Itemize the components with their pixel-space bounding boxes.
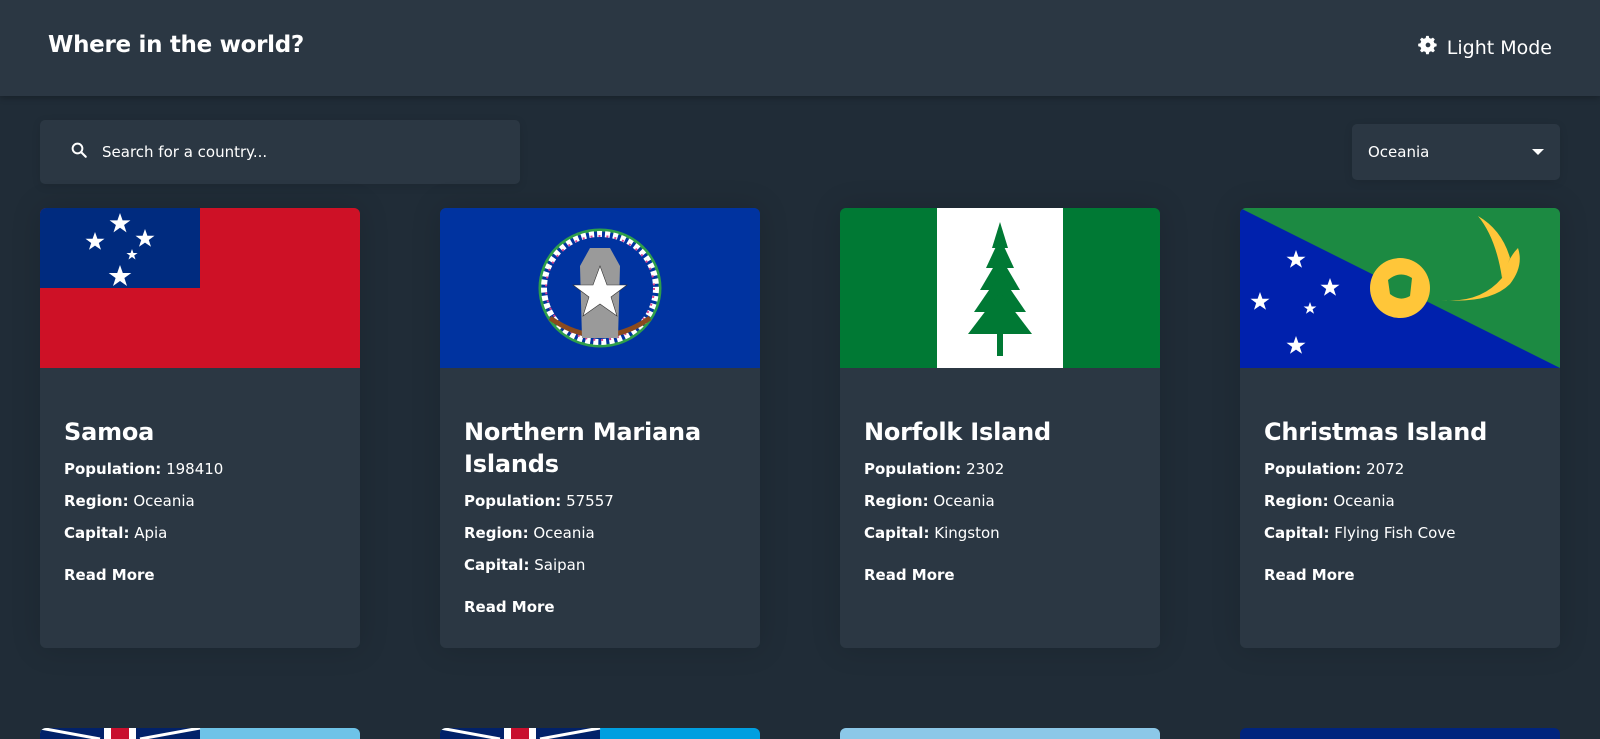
flag-image (840, 208, 1160, 368)
country-card-partial[interactable] (440, 728, 760, 739)
capital-label: Capital: (464, 556, 530, 574)
capital-row: Capital: Kingston (864, 522, 1136, 544)
capital-value: Saipan (534, 556, 586, 574)
search-box[interactable] (40, 120, 520, 184)
country-card[interactable]: Christmas Island Population: 2072 Region… (1240, 208, 1560, 648)
flag-image (440, 728, 760, 739)
population-row: Population: 198410 (64, 458, 336, 480)
search-icon (70, 141, 88, 163)
read-more-link[interactable]: Read More (64, 566, 155, 584)
region-row: Region: Oceania (1264, 490, 1536, 512)
region-value: Oceania (1333, 492, 1395, 510)
flag-image (40, 208, 360, 368)
capital-label: Capital: (64, 524, 130, 542)
region-label: Region: (64, 492, 129, 510)
app-title: Where in the world? (48, 32, 304, 58)
region-value: Oceania (133, 492, 195, 510)
country-card-partial[interactable] (840, 728, 1160, 739)
country-name: Christmas Island (1264, 418, 1488, 446)
flag-image (1240, 208, 1560, 368)
population-label: Population: (64, 460, 162, 478)
capital-value: Flying Fish Cove (1334, 524, 1456, 542)
capital-row: Capital: Flying Fish Cove (1264, 522, 1536, 544)
capital-row: Capital: Apia (64, 522, 336, 544)
region-row: Region: Oceania (864, 490, 1136, 512)
theme-toggle-label: Light Mode (1446, 36, 1552, 59)
country-name: Norfolk Island (864, 418, 1051, 446)
country-card[interactable]: Samoa Population: 198410 Region: Oceania… (40, 208, 360, 648)
region-value: Oceania (533, 524, 595, 542)
read-more-link[interactable]: Read More (1264, 566, 1355, 584)
population-value: 198410 (166, 460, 224, 478)
flag-image (40, 728, 360, 739)
top-bar: Where in the world? Light Mode (0, 0, 1600, 96)
flag-image (1240, 728, 1560, 739)
flag-image (440, 208, 760, 368)
theme-toggle-button[interactable]: Light Mode (1417, 34, 1552, 61)
country-card-partial[interactable] (40, 728, 360, 739)
population-value: 2302 (966, 460, 1005, 478)
flag-image (840, 728, 1160, 739)
country-card-partial[interactable] (1240, 728, 1560, 739)
capital-value: Kingston (934, 524, 1000, 542)
region-label: Region: (464, 524, 529, 542)
region-label: Region: (864, 492, 929, 510)
country-name: Northern Mariana Islands (464, 418, 701, 478)
read-more-link[interactable]: Read More (864, 566, 955, 584)
gear-icon (1417, 34, 1439, 61)
capital-label: Capital: (864, 524, 930, 542)
population-value: 2072 (1366, 460, 1405, 478)
population-row: Population: 2072 (1264, 458, 1536, 480)
population-value: 57557 (566, 492, 614, 510)
capital-value: Apia (134, 524, 168, 542)
country-card[interactable]: Norfolk Island Population: 2302 Region: … (840, 208, 1160, 648)
region-filter-value: Oceania (1368, 143, 1430, 161)
region-label: Region: (1264, 492, 1329, 510)
population-row: Population: 57557 (464, 490, 736, 512)
population-label: Population: (464, 492, 562, 510)
population-row: Population: 2302 (864, 458, 1136, 480)
country-card[interactable]: Northern Mariana Islands Population: 575… (440, 208, 760, 648)
capital-label: Capital: (1264, 524, 1330, 542)
capital-row: Capital: Saipan (464, 554, 736, 576)
search-input[interactable] (102, 143, 482, 161)
region-row: Region: Oceania (464, 522, 736, 544)
region-value: Oceania (933, 492, 995, 510)
country-name: Samoa (64, 418, 155, 446)
chevron-down-icon (1532, 149, 1544, 155)
region-row: Region: Oceania (64, 490, 336, 512)
region-filter-dropdown[interactable]: Oceania (1352, 124, 1560, 180)
population-label: Population: (1264, 460, 1362, 478)
population-label: Population: (864, 460, 962, 478)
read-more-link[interactable]: Read More (464, 598, 555, 616)
